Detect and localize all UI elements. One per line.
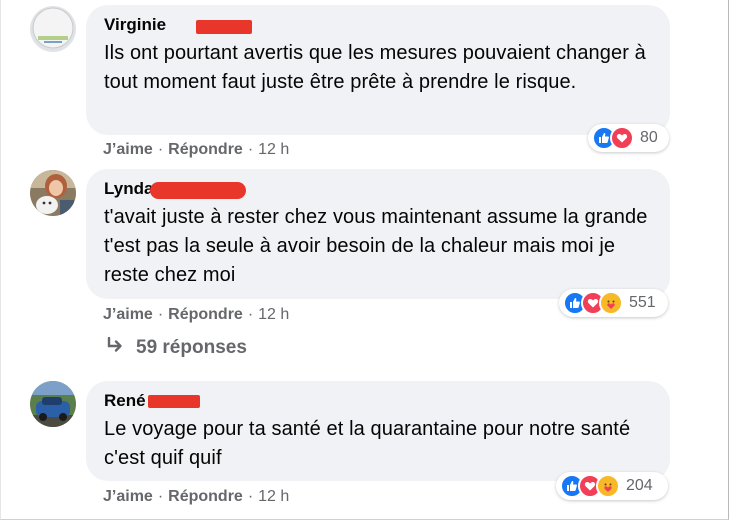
reactions-summary[interactable]: 204 xyxy=(556,472,668,500)
reactions-summary[interactable]: 80 xyxy=(588,124,669,152)
view-replies-link[interactable]: 59 réponses xyxy=(106,336,247,359)
avatar[interactable] xyxy=(30,6,76,52)
replies-count-label: 59 réponses xyxy=(136,337,247,358)
like-button[interactable]: J’aime xyxy=(103,141,153,159)
reply-button[interactable]: Répondre xyxy=(168,488,243,506)
timestamp[interactable]: 12 h xyxy=(258,306,289,324)
comment-author[interactable]: René xyxy=(104,391,146,411)
comment-bubble: Virginie Ils ont pourtant avertis que le… xyxy=(86,5,670,135)
like-button[interactable]: J’aime xyxy=(103,488,153,506)
comment-text: t'avait juste à rester chez vous mainten… xyxy=(104,206,648,286)
comment-actions: J’aime · Répondre · 12 h xyxy=(103,488,289,506)
reply-button[interactable]: Répondre xyxy=(168,306,243,324)
comment-text: Ils ont pourtant avertis que les mesures… xyxy=(104,42,646,93)
comment-bubble: Lynda t'avait juste à rester chez vous m… xyxy=(86,169,670,299)
like-button[interactable]: J’aime xyxy=(103,306,153,324)
reaction-count: 80 xyxy=(640,129,658,146)
separator-dot: · xyxy=(247,306,254,323)
separator-dot: · xyxy=(157,488,164,505)
comment-author[interactable]: Virginie xyxy=(104,15,166,35)
avatar[interactable] xyxy=(30,381,76,427)
care-icon xyxy=(599,291,623,315)
comment-actions: J’aime · Répondre · 12 h xyxy=(103,141,289,159)
comment-text: Le voyage pour ta santé et la quarantain… xyxy=(104,418,631,469)
separator-dot: · xyxy=(157,306,164,323)
redaction-mark xyxy=(196,20,252,34)
comment-author[interactable]: Lynda xyxy=(104,179,153,199)
reaction-count: 204 xyxy=(626,477,653,494)
love-icon xyxy=(610,126,634,150)
timestamp[interactable]: 12 h xyxy=(258,141,289,159)
comment-actions: J’aime · Répondre · 12 h xyxy=(103,306,289,324)
comment-bubble: René Le voyage pour ta santé et la quara… xyxy=(86,381,670,481)
reply-button[interactable]: Répondre xyxy=(168,141,243,159)
separator-dot: · xyxy=(247,141,254,158)
separator-dot: · xyxy=(157,141,164,158)
avatar[interactable] xyxy=(30,170,76,216)
care-icon xyxy=(596,474,620,498)
separator-dot: · xyxy=(247,488,254,505)
reaction-count: 551 xyxy=(629,294,656,311)
reply-arrow-icon xyxy=(106,336,124,359)
redaction-mark xyxy=(148,395,200,408)
redaction-mark xyxy=(150,182,246,199)
timestamp[interactable]: 12 h xyxy=(258,488,289,506)
reactions-summary[interactable]: 551 xyxy=(559,289,668,317)
